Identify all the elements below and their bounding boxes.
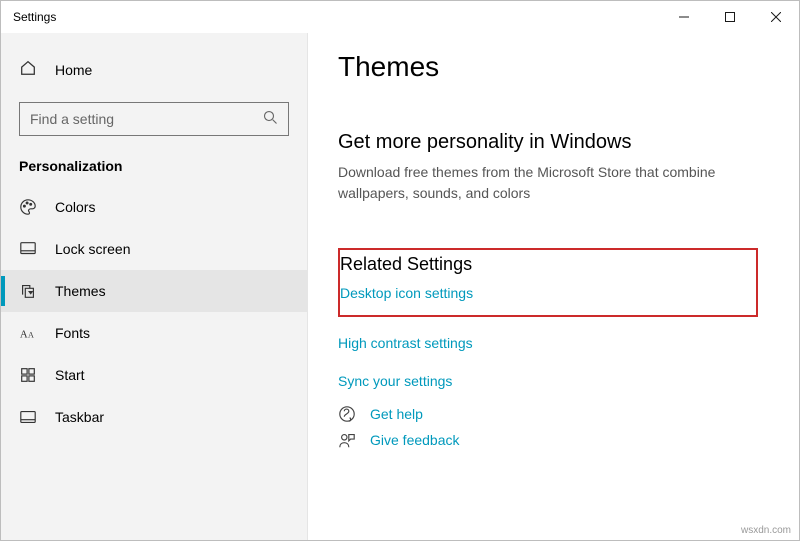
feedback-row[interactable]: Give feedback: [338, 431, 769, 449]
window-controls: [661, 1, 799, 33]
palette-icon: [19, 198, 37, 216]
maximize-button[interactable]: [707, 1, 753, 33]
start-icon: [19, 366, 37, 384]
minimize-button[interactable]: [661, 1, 707, 33]
link-high-contrast[interactable]: High contrast settings: [338, 329, 769, 357]
page-title: Themes: [338, 51, 769, 83]
search-input[interactable]: [30, 111, 263, 127]
sidebar-item-themes[interactable]: Themes: [1, 270, 307, 312]
themes-icon: [19, 282, 37, 300]
related-heading: Related Settings: [340, 254, 756, 279]
main-panel: Themes Get more personality in Windows D…: [308, 33, 799, 540]
link-desktop-icon-settings[interactable]: Desktop icon settings: [340, 279, 756, 307]
home-icon: [19, 59, 37, 80]
link-give-feedback[interactable]: Give feedback: [370, 432, 460, 448]
category-label: Personalization: [1, 154, 307, 186]
content-area: Home Personalization Colors Lock screen: [1, 33, 799, 540]
window-title: Settings: [13, 10, 56, 24]
search-icon: [263, 110, 278, 128]
lock-screen-icon: [19, 240, 37, 258]
home-label: Home: [55, 62, 92, 78]
sidebar-item-label: Lock screen: [55, 241, 130, 257]
related-links: High contrast settings Sync your setting…: [338, 329, 769, 395]
section-heading: Get more personality in Windows: [338, 131, 769, 154]
sidebar-item-lock-screen[interactable]: Lock screen: [1, 228, 307, 270]
related-settings-highlight: Related Settings Desktop icon settings: [338, 248, 758, 317]
sidebar-item-label: Taskbar: [55, 409, 104, 425]
svg-text:A: A: [20, 329, 28, 341]
titlebar: Settings: [1, 1, 799, 33]
sidebar-item-label: Start: [55, 367, 85, 383]
feedback-icon: [338, 431, 356, 449]
sidebar-item-colors[interactable]: Colors: [1, 186, 307, 228]
help-icon: [338, 405, 356, 423]
watermark: wsxdn.com: [741, 525, 791, 536]
sidebar-item-home[interactable]: Home: [1, 51, 307, 88]
sidebar-item-fonts[interactable]: AA Fonts: [1, 312, 307, 354]
close-button[interactable]: [753, 1, 799, 33]
section-description: Download free themes from the Microsoft …: [338, 162, 758, 204]
sidebar-item-start[interactable]: Start: [1, 354, 307, 396]
sidebar-item-taskbar[interactable]: Taskbar: [1, 396, 307, 438]
fonts-icon: AA: [19, 324, 37, 342]
link-get-help[interactable]: Get help: [370, 406, 423, 422]
search-box[interactable]: [19, 102, 289, 136]
sidebar-item-label: Fonts: [55, 325, 90, 341]
sidebar-item-label: Themes: [55, 283, 106, 299]
link-sync-settings[interactable]: Sync your settings: [338, 367, 769, 395]
get-help-row[interactable]: Get help: [338, 405, 769, 423]
svg-text:A: A: [28, 331, 34, 340]
sidebar: Home Personalization Colors Lock screen: [1, 33, 308, 540]
taskbar-icon: [19, 408, 37, 426]
sidebar-item-label: Colors: [55, 199, 95, 215]
